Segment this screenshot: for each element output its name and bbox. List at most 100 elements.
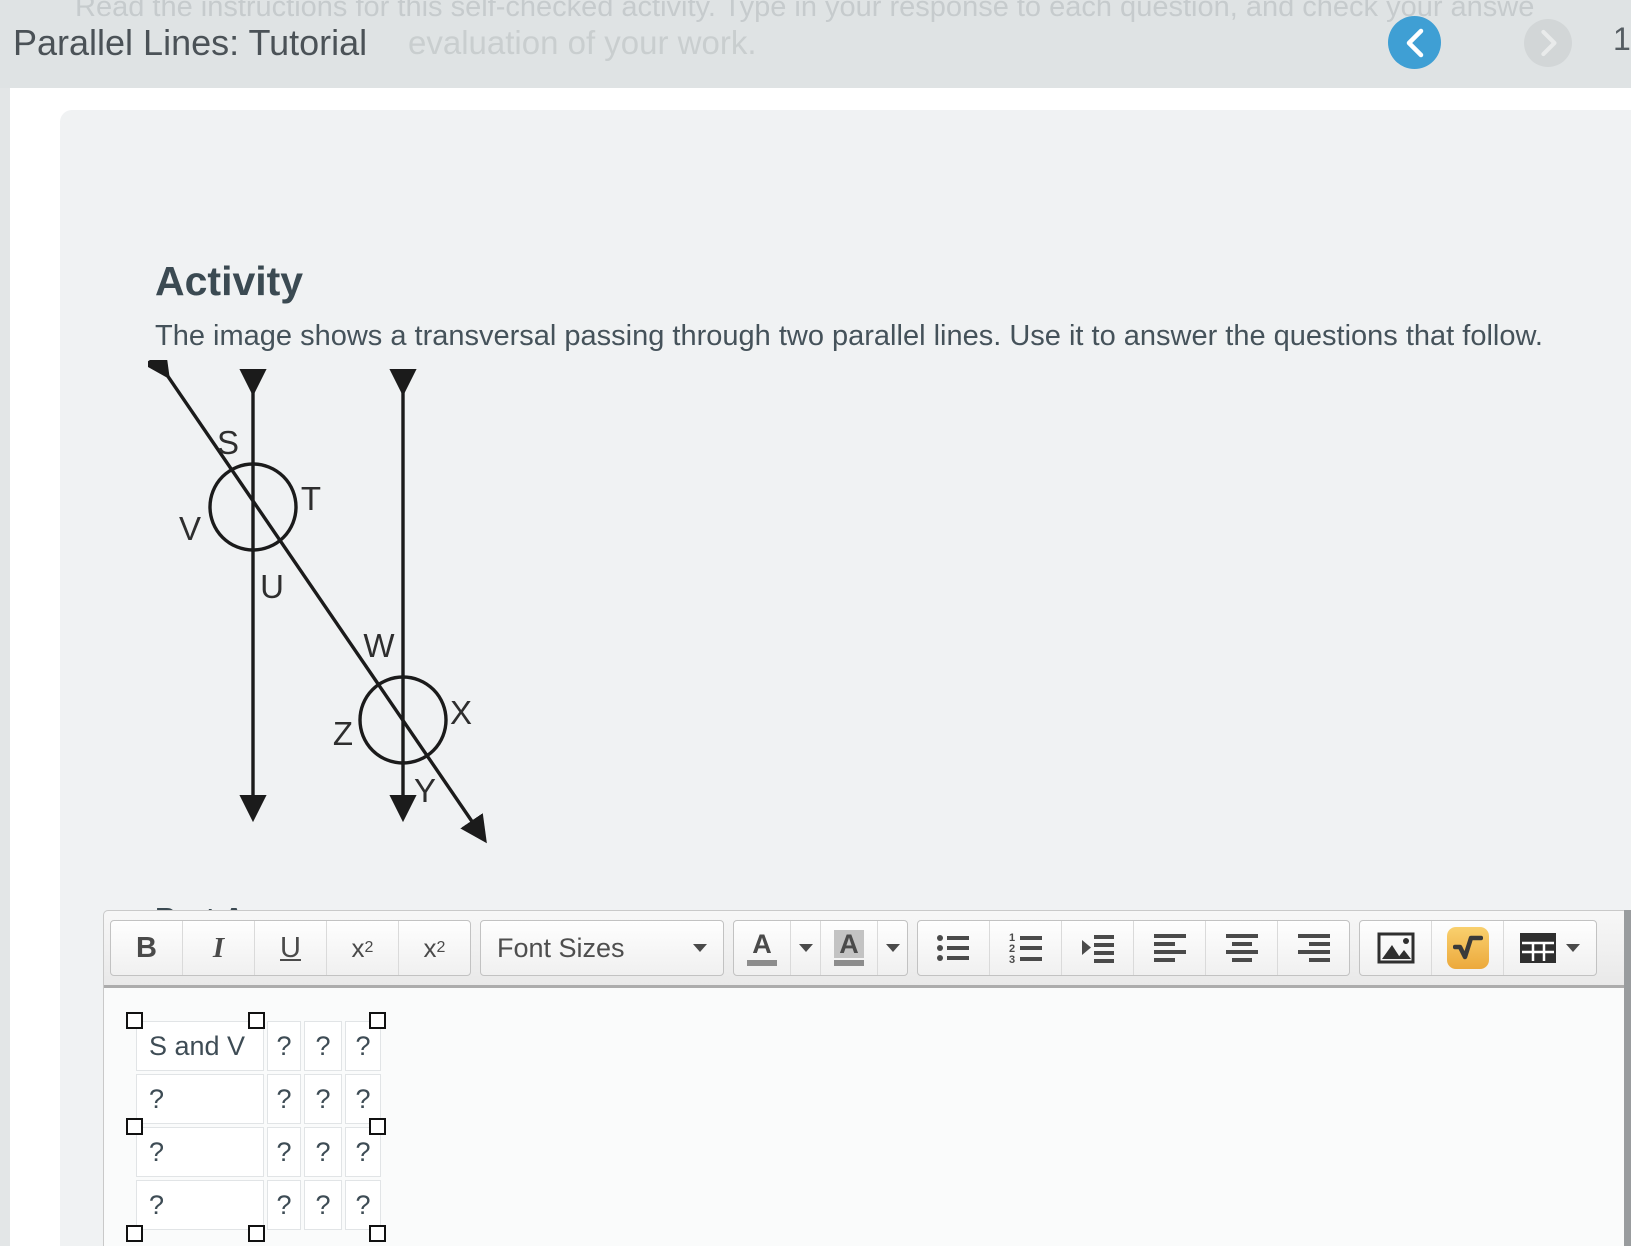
font-sizes-dropdown[interactable]: Font Sizes [481, 921, 723, 975]
angle-label-z: Z [333, 715, 353, 752]
angle-label-u: U [260, 568, 284, 605]
table-resize-handle[interactable] [369, 1225, 386, 1242]
svg-text:3: 3 [1009, 954, 1015, 965]
format-button-group: B I U x2 x2 [110, 920, 471, 976]
align-left-icon [1153, 934, 1186, 962]
table-cell[interactable]: ? [304, 1127, 342, 1177]
subscript-button[interactable]: x2 [399, 921, 470, 975]
list-align-group: 123 [917, 920, 1350, 976]
table-cell[interactable]: ? [267, 1127, 301, 1177]
numbered-list-button[interactable]: 123 [990, 921, 1062, 975]
underline-button[interactable]: U [255, 921, 327, 975]
superscript-base: x [351, 932, 365, 963]
font-size-group: Font Sizes [480, 920, 724, 976]
angle-label-t: T [301, 480, 321, 517]
angle-label-w: W [363, 627, 395, 664]
background-color-button[interactable]: A [821, 921, 878, 975]
image-icon [1377, 932, 1414, 964]
superscript-exponent: 2 [364, 939, 374, 956]
square-root-icon [1446, 927, 1489, 969]
angle-label-y: Y [414, 772, 436, 809]
angle-labels: S T V U W X Z Y [179, 424, 472, 809]
parallel-lines-diagram: S T V U W X Z Y [148, 360, 487, 844]
table-resize-handle[interactable] [369, 1012, 386, 1029]
editor-toolbar: B I U x2 x2 Font Sizes A A 1 2 3 [104, 911, 1627, 988]
bullet-list-icon [936, 935, 969, 961]
background-color-dropdown[interactable] [878, 921, 907, 975]
color-button-group: A A [733, 920, 908, 976]
table-cell[interactable]: S and V [136, 1021, 264, 1071]
table-resize-handle[interactable] [126, 1118, 143, 1135]
forward-button[interactable] [1524, 19, 1572, 67]
indent-icon [1081, 935, 1114, 963]
table-cell[interactable]: ? [345, 1074, 381, 1124]
table-icon [1520, 933, 1556, 963]
indent-button[interactable] [1062, 921, 1134, 975]
page-indicator: 1 [1613, 21, 1631, 57]
table-cell[interactable]: ? [304, 1021, 342, 1071]
table-resize-handle[interactable] [126, 1012, 143, 1029]
chevron-down-icon [693, 944, 707, 952]
align-left-button[interactable] [1134, 921, 1206, 975]
align-center-button[interactable] [1206, 921, 1278, 975]
chevron-left-icon [1406, 28, 1423, 57]
rich-text-editor: B I U x2 x2 Font Sizes A A 1 2 3 S and V… [103, 910, 1628, 1246]
background-color-label: A [834, 930, 864, 958]
text-color-label: A [752, 929, 772, 959]
faded-instructions-line2: evaluation of your work. [408, 24, 757, 61]
editor-content-area[interactable]: S and V??????????????? [104, 988, 1627, 1246]
angle-label-s: S [217, 424, 239, 461]
table-row: ???? [136, 1074, 381, 1124]
text-color-swatch [747, 960, 777, 966]
table-cell[interactable]: ? [267, 1021, 301, 1071]
angle-label-x: X [450, 694, 472, 731]
table-cell[interactable]: ? [304, 1074, 342, 1124]
bold-button[interactable]: B [111, 921, 183, 975]
angle-label-v: V [179, 510, 201, 547]
editor-scrollbar[interactable] [1624, 910, 1631, 1246]
align-right-button[interactable] [1278, 921, 1349, 975]
faded-instructions-line1: Read the instructions for this self-chec… [75, 0, 1535, 23]
italic-button[interactable]: I [183, 921, 255, 975]
page-title: Parallel Lines: Tutorial [13, 22, 368, 63]
chevron-down-icon [798, 944, 813, 952]
left-edge-strip [0, 88, 10, 1246]
chevron-down-icon [885, 944, 900, 952]
subscript-index: 2 [436, 939, 446, 956]
text-color-button[interactable]: A [734, 921, 791, 975]
answer-table: S and V??????????????? [133, 1018, 384, 1233]
text-color-dropdown[interactable] [791, 921, 821, 975]
bullet-list-button[interactable] [918, 921, 990, 975]
numbered-list-icon: 123 [1009, 932, 1042, 965]
table-cell[interactable]: ? [304, 1180, 342, 1230]
table-resize-handle[interactable] [126, 1225, 143, 1242]
tutorial-page: Read the instructions for this self-chec… [0, 0, 1631, 1246]
table-cell[interactable]: ? [267, 1074, 301, 1124]
superscript-button[interactable]: x2 [327, 921, 399, 975]
table-cell[interactable]: ? [136, 1127, 264, 1177]
table-cell[interactable]: ? [136, 1074, 264, 1124]
table-cell[interactable]: ? [136, 1180, 264, 1230]
table-row: ???? [136, 1180, 381, 1230]
chevron-right-icon [1541, 29, 1557, 57]
align-center-icon [1225, 934, 1258, 962]
header-bar: Read the instructions for this self-chec… [0, 0, 1631, 88]
table-cell[interactable]: ? [267, 1180, 301, 1230]
activity-description: The image shows a transversal passing th… [155, 320, 1543, 352]
activity-heading: Activity [155, 258, 304, 304]
transversal-line [148, 360, 487, 844]
subscript-base: x [423, 932, 437, 963]
background-color-swatch [834, 960, 864, 966]
table-resize-handle[interactable] [369, 1118, 386, 1135]
table-button[interactable] [1504, 921, 1596, 975]
equation-button[interactable] [1432, 921, 1504, 975]
back-button[interactable] [1388, 16, 1441, 69]
align-right-icon [1297, 934, 1330, 962]
insert-group [1359, 920, 1597, 976]
font-sizes-label: Font Sizes [497, 932, 625, 963]
table-resize-handle[interactable] [248, 1225, 265, 1242]
table-cell[interactable]: ? [345, 1180, 381, 1230]
table-resize-handle[interactable] [248, 1012, 265, 1029]
table-row: ???? [136, 1127, 381, 1177]
insert-image-button[interactable] [1360, 921, 1432, 975]
